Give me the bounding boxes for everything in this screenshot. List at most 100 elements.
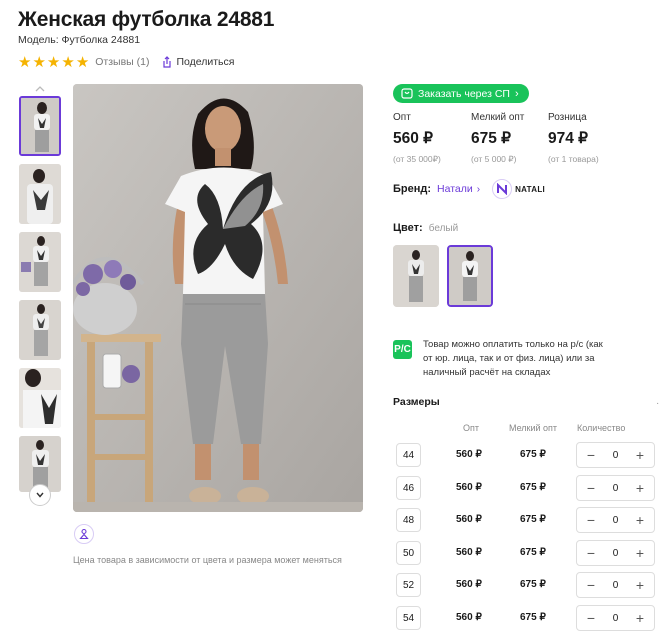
share-label: Поделиться <box>176 56 235 68</box>
color-label: Цвет: <box>393 222 423 234</box>
thumbnail[interactable] <box>19 300 61 360</box>
quantity-stepper: − 0 + <box>576 507 655 533</box>
quantity-value[interactable]: 0 <box>613 483 619 494</box>
rating-row: ★ ★ ★ ★ ★ Отзывы (1) Поделиться <box>18 54 234 70</box>
column-header-small-opt: Мелкий опт <box>509 423 558 433</box>
table-row: 52 560 ₽ 675 ₽ − 0 + <box>0 572 659 605</box>
price-small-cell: 675 ₽ <box>520 579 546 590</box>
quantity-value[interactable]: 0 <box>613 450 619 461</box>
quantity-value[interactable]: 0 <box>613 515 619 526</box>
payment-icon: P/C <box>393 340 412 359</box>
thumbnail[interactable] <box>19 96 61 156</box>
star-icon: ★ <box>18 53 32 71</box>
quantity-stepper: − 0 + <box>576 475 655 501</box>
thumbnail[interactable] <box>19 232 61 292</box>
price-min: (от 35 000₽) <box>393 154 441 164</box>
star-icon: ★ <box>75 53 90 71</box>
price-min: (от 1 товара) <box>548 154 599 164</box>
chevron-right-icon: › <box>514 87 519 100</box>
product-model: Модель: Футболка 24881 <box>18 34 141 46</box>
plus-button[interactable]: + <box>634 447 646 463</box>
price-label: Мелкий опт <box>471 112 525 123</box>
color-swatch[interactable] <box>393 245 439 307</box>
sizes-title: Размеры <box>393 396 440 408</box>
share-button[interactable]: Поделиться <box>161 56 234 68</box>
quantity-value[interactable]: 0 <box>613 548 619 559</box>
minus-button[interactable]: − <box>585 447 597 463</box>
star-icon: ★ <box>61 53 75 71</box>
price-opt-cell: 560 ₽ <box>456 547 482 558</box>
reviews-link[interactable]: Отзывы (1) <box>95 56 149 68</box>
quantity-value[interactable]: 0 <box>613 613 619 624</box>
brand-label: Бренд: <box>393 183 432 195</box>
order-sp-button[interactable]: Заказать через СП › <box>393 84 529 103</box>
brand-row: Бренд: Натали › NATALI <box>393 178 545 200</box>
thumbnail[interactable] <box>19 368 61 428</box>
size-value: 44 <box>396 443 421 467</box>
table-row: 48 560 ₽ 675 ₽ − 0 + <box>0 507 659 540</box>
size-value: 46 <box>396 476 421 500</box>
quantity-stepper: − 0 + <box>576 605 655 631</box>
quantity-stepper: − 0 + <box>576 572 655 598</box>
minus-button[interactable]: − <box>585 577 597 593</box>
price-label: Опт <box>393 112 411 123</box>
color-swatch[interactable] <box>447 245 493 307</box>
plus-button[interactable]: + <box>634 577 646 593</box>
price-opt-cell: 560 ₽ <box>456 482 482 493</box>
quantity-stepper: − 0 + <box>576 540 655 566</box>
plus-button[interactable]: + <box>634 480 646 496</box>
rating-stars: ★ ★ ★ ★ ★ <box>18 55 89 70</box>
price-small-cell: 675 ₽ <box>520 547 546 558</box>
price-opt-cell: 560 ₽ <box>456 579 482 590</box>
quantity-value[interactable]: 0 <box>613 580 619 591</box>
brand-logo[interactable]: NATALI <box>492 179 545 199</box>
product-title: Женская футболка 24881 <box>18 8 275 31</box>
price-small-cell: 675 ₽ <box>520 612 546 623</box>
brand-link[interactable]: Натали <box>437 183 473 195</box>
price-value: 560 ₽ <box>393 130 434 147</box>
price-opt-cell: 560 ₽ <box>456 612 482 623</box>
brand-logo-text: NATALI <box>515 184 546 194</box>
plus-button[interactable]: + <box>634 545 646 561</box>
price-label: Розница <box>548 112 587 123</box>
minus-button[interactable]: − <box>585 545 597 561</box>
price-value: 974 ₽ <box>548 130 589 147</box>
payment-note: Товар можно оплатить только на р/с (как … <box>423 339 603 378</box>
minus-button[interactable]: − <box>585 512 597 528</box>
price-small-cell: 675 ₽ <box>520 482 546 493</box>
color-value: белый <box>428 223 459 234</box>
brand-logo-icon <box>492 179 513 199</box>
table-row: 50 560 ₽ 675 ₽ − 0 + <box>0 540 659 573</box>
table-row: 54 560 ₽ 675 ₽ − 0 + <box>0 605 659 638</box>
star-icon: ★ <box>46 53 61 71</box>
price-small-cell: 675 ₽ <box>520 449 546 460</box>
plus-button[interactable]: + <box>634 512 646 528</box>
price-retail: Розница 974 ₽ (от 1 товара) <box>548 112 599 164</box>
minus-button[interactable]: − <box>585 480 597 496</box>
thumbnail[interactable] <box>19 164 61 224</box>
price-small-cell: 675 ₽ <box>520 514 546 525</box>
size-value: 52 <box>396 573 421 597</box>
size-value: 48 <box>396 508 421 532</box>
price-opt-cell: 560 ₽ <box>456 449 482 460</box>
order-sp-label: Заказать через СП <box>418 87 510 100</box>
price-opt-cell: 560 ₽ <box>456 514 482 525</box>
minus-button[interactable]: − <box>585 610 597 626</box>
column-header-opt: Опт <box>463 423 479 433</box>
table-row: 44 560 ₽ 675 ₽ − 0 + <box>0 442 659 475</box>
price-small-opt: Мелкий опт 675 ₽ (от 5 000 ₽) <box>471 112 524 165</box>
table-row: 46 560 ₽ 675 ₽ − 0 + <box>0 475 659 508</box>
color-row: Цвет: белый <box>393 222 458 234</box>
price-value: 675 ₽ <box>471 130 512 147</box>
quantity-stepper: − 0 + <box>576 442 655 468</box>
share-icon <box>163 56 172 68</box>
price-min: (от 5 000 ₽) <box>471 154 517 164</box>
size-value: 54 <box>396 606 421 630</box>
size-value: 50 <box>396 541 421 565</box>
star-icon: ★ <box>32 53 46 71</box>
column-header-quantity: Количество <box>577 423 626 433</box>
plus-button[interactable]: + <box>634 610 646 626</box>
price-opt: Опт 560 ₽ (от 35 000₽) <box>393 112 441 165</box>
chevron-right-icon: › <box>476 183 481 195</box>
cart-icon <box>401 88 413 99</box>
